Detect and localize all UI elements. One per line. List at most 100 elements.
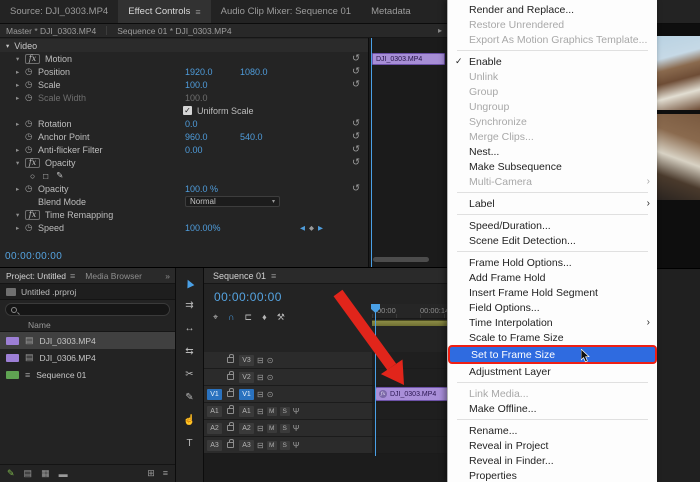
- voiceover-mic-icon[interactable]: Ψ: [293, 441, 300, 450]
- chevron-right-icon[interactable]: ▸: [16, 146, 25, 154]
- tab-sequence-01[interactable]: Sequence 01: [213, 271, 266, 281]
- project-item-dji-0306[interactable]: ▤ DJI_0306.MP4: [0, 349, 175, 366]
- opacity-value[interactable]: 100.0 %: [185, 184, 218, 194]
- uniform-scale-checkbox[interactable]: ✓: [183, 106, 192, 115]
- label-color-chip[interactable]: [6, 337, 19, 345]
- tab-effect-controls[interactable]: Effect Controls≡: [118, 0, 210, 23]
- hand-tool[interactable]: ☝: [183, 415, 195, 427]
- more-panels-icon[interactable]: »: [165, 271, 170, 281]
- list-header[interactable]: Name: [0, 319, 175, 332]
- chevron-right-icon[interactable]: ▸: [16, 224, 25, 232]
- menu-item-rename[interactable]: Rename...: [448, 423, 657, 438]
- menu-item-reveal-in-project[interactable]: Reveal in Project: [448, 438, 657, 453]
- tab-media-browser[interactable]: Media Browser: [85, 271, 142, 281]
- reset-icon[interactable]: ↺: [352, 144, 360, 155]
- menu-item-add-frame-hold[interactable]: Add Frame Hold: [448, 270, 657, 285]
- reset-icon[interactable]: ↺: [352, 131, 360, 142]
- next-keyframe-icon[interactable]: ▶: [318, 224, 323, 232]
- stopwatch-icon[interactable]: ◷: [25, 131, 38, 142]
- reset-icon[interactable]: ↺: [352, 79, 360, 90]
- menu-item-insert-frame-hold-segment[interactable]: Insert Frame Hold Segment: [448, 285, 657, 300]
- menu-item-time-interpolation[interactable]: Time Interpolation›: [448, 315, 657, 330]
- stopwatch-icon[interactable]: ◷: [25, 183, 38, 194]
- track-name-v1[interactable]: V1: [239, 389, 254, 400]
- label-color-chip[interactable]: [6, 354, 19, 362]
- timeline-settings-icon[interactable]: ⚒: [277, 312, 285, 323]
- track-visibility-icon[interactable]: ⊙: [267, 356, 274, 365]
- sync-lock-icon[interactable]: ⊟: [257, 390, 264, 399]
- tab-metadata[interactable]: Metadata: [361, 0, 421, 23]
- reset-icon[interactable]: ↺: [352, 66, 360, 77]
- panel-scroll-arrow-icon[interactable]: ▸: [438, 26, 442, 35]
- blend-mode-dropdown[interactable]: Normal ▾: [185, 196, 280, 207]
- chevron-right-icon[interactable]: ▸: [16, 81, 25, 89]
- panel-menu-icon[interactable]: ≡: [271, 271, 276, 281]
- menu-item-render-and-replace[interactable]: Render and Replace...: [448, 2, 657, 17]
- menu-item-make-offline[interactable]: Make Offline...: [448, 401, 657, 416]
- pen-mask-icon[interactable]: ✎: [56, 170, 63, 181]
- fx-badge-icon[interactable]: fx: [25, 54, 40, 64]
- sync-lock-icon[interactable]: ⊟: [257, 441, 264, 450]
- playhead[interactable]: [375, 304, 376, 456]
- lock-icon[interactable]: [227, 408, 234, 414]
- menu-item-adjustment-layer[interactable]: Adjustment Layer: [448, 364, 657, 379]
- label-color-chip[interactable]: [6, 371, 19, 379]
- project-item-dji-0303[interactable]: ▤ DJI_0303.MP4: [0, 332, 175, 349]
- menu-item-nest[interactable]: Nest...: [448, 144, 657, 159]
- menu-item-scale-to-frame-size[interactable]: Scale to Frame Size: [448, 330, 657, 345]
- menu-item-scene-edit-detection[interactable]: Scene Edit Detection...: [448, 233, 657, 248]
- ripple-edit-tool[interactable]: ↔: [185, 323, 195, 335]
- stopwatch-icon[interactable]: ◷: [25, 79, 38, 90]
- search-input[interactable]: [22, 305, 164, 314]
- sync-lock-icon[interactable]: ⊟: [257, 356, 264, 365]
- lock-icon[interactable]: [227, 374, 234, 380]
- fx-badge-icon[interactable]: fx: [25, 158, 40, 168]
- chevron-down-icon[interactable]: ▾: [16, 159, 25, 167]
- reset-effect-icon[interactable]: ↺: [352, 53, 360, 64]
- panel-menu-icon[interactable]: ≡: [195, 7, 200, 17]
- position-x-value[interactable]: 1920.0: [185, 67, 213, 77]
- source-patch[interactable]: [207, 372, 222, 383]
- antiflicker-value[interactable]: 0.00: [185, 145, 203, 155]
- linked-selection-icon[interactable]: ⊏: [245, 312, 253, 323]
- track-name-a3[interactable]: A3: [239, 440, 254, 451]
- solo-button[interactable]: S: [280, 441, 290, 450]
- slip-tool[interactable]: ⇆: [185, 346, 193, 358]
- solo-button[interactable]: S: [280, 407, 290, 416]
- ellipse-mask-icon[interactable]: ○: [30, 171, 35, 181]
- pen-tool[interactable]: ✎: [185, 392, 193, 404]
- menu-item-reveal-in-finder[interactable]: Reveal in Finder...: [448, 453, 657, 468]
- new-item-icon[interactable]: ⊞: [147, 468, 155, 479]
- rotation-value[interactable]: 0.0: [185, 119, 198, 129]
- type-tool[interactable]: T: [186, 438, 192, 450]
- stopwatch-icon[interactable]: ◷: [25, 118, 38, 129]
- playhead[interactable]: [371, 38, 372, 267]
- chevron-down-icon[interactable]: ▾: [16, 55, 25, 63]
- chevron-down-icon[interactable]: ▾: [6, 42, 9, 50]
- add-marker-icon[interactable]: ♦: [262, 312, 267, 323]
- solo-button[interactable]: S: [280, 424, 290, 433]
- scale-value[interactable]: 100.0: [185, 80, 208, 90]
- panel-menu-icon[interactable]: ≡: [70, 271, 75, 281]
- lock-icon[interactable]: [227, 357, 234, 363]
- menu-item-label[interactable]: Label›: [448, 196, 657, 211]
- anchor-x-value[interactable]: 960.0: [185, 132, 208, 142]
- zoom-slider-icon[interactable]: ▬: [59, 469, 68, 479]
- timeline-timecode[interactable]: 00:00:00:00: [214, 290, 282, 304]
- chevron-right-icon[interactable]: ▸: [16, 185, 25, 193]
- source-patch-a3[interactable]: A3: [207, 440, 222, 451]
- source-patch-a1[interactable]: A1: [207, 406, 222, 417]
- sync-lock-icon[interactable]: ⊟: [257, 373, 264, 382]
- track-name-v2[interactable]: V2: [239, 372, 254, 383]
- chevron-down-icon[interactable]: ▾: [16, 211, 25, 219]
- razor-tool[interactable]: ✂: [185, 369, 193, 381]
- reset-icon[interactable]: ↺: [352, 183, 360, 194]
- track-name-a1[interactable]: A1: [239, 406, 254, 417]
- menu-item-speed-duration[interactable]: Speed/Duration...: [448, 218, 657, 233]
- horizontal-scrollbar[interactable]: [373, 257, 429, 262]
- source-patch-v1[interactable]: V1: [207, 389, 222, 400]
- sync-lock-icon[interactable]: ⊟: [257, 424, 264, 433]
- previous-keyframe-icon[interactable]: ◀: [300, 224, 305, 232]
- icon-view-icon[interactable]: ▦: [41, 468, 50, 479]
- project-search-box[interactable]: [5, 303, 170, 316]
